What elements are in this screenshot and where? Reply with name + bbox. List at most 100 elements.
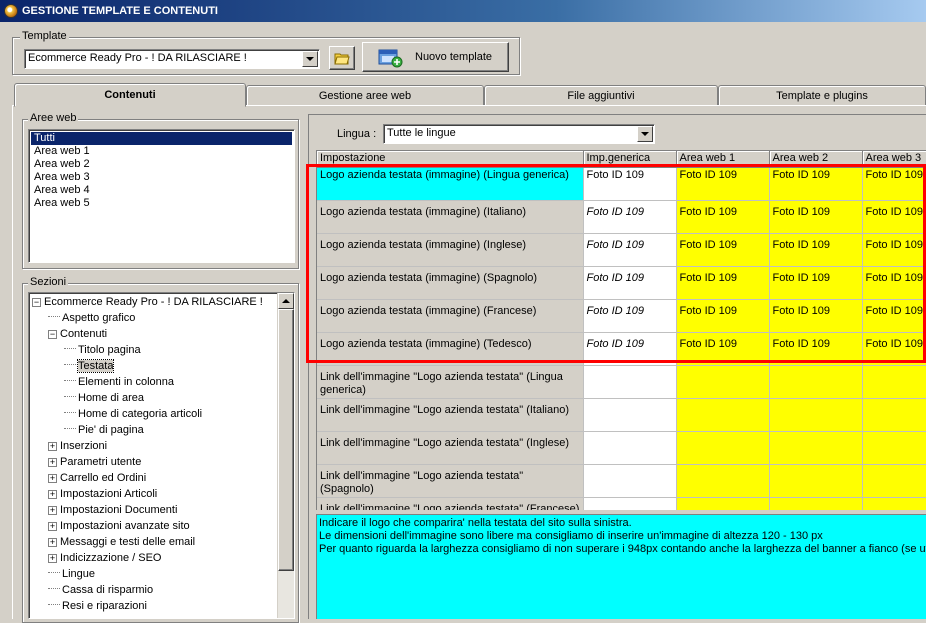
lingua-dropdown-button[interactable]	[637, 126, 653, 142]
setting-cell[interactable]: Logo azienda testata (immagine) (Frances…	[317, 299, 584, 333]
tree-item[interactable]: Aspetto grafico	[48, 310, 135, 326]
table-row[interactable]: Logo azienda testata (immagine) (Italian…	[317, 200, 926, 234]
table-row[interactable]: Link dell'immagine "Logo azienda testata…	[317, 365, 926, 399]
tree-item[interactable]: + Indicizzazione / SEO	[48, 550, 162, 566]
value-cell[interactable]: Foto ID 109	[862, 332, 926, 366]
table-row[interactable]: Link dell'immagine "Logo azienda testata…	[317, 464, 926, 498]
table-row[interactable]: Link dell'immagine "Logo azienda testata…	[317, 398, 926, 432]
list-item-area[interactable]: Area web 2	[31, 158, 292, 171]
tree-item[interactable]: + Impostazioni Articoli	[48, 486, 157, 502]
setting-cell[interactable]: Logo azienda testata (immagine) (Italian…	[317, 200, 584, 234]
tree-item[interactable]: + Messaggi e testi delle email	[48, 534, 195, 550]
value-cell[interactable]: Foto ID 109	[769, 266, 863, 300]
value-cell[interactable]: Foto ID 109	[583, 332, 677, 366]
value-cell[interactable]	[862, 431, 926, 465]
value-cell[interactable]	[676, 464, 770, 498]
list-item-area[interactable]: Area web 4	[31, 184, 292, 197]
settings-grid[interactable]: Impostazione Imp.generica Area web 1 Are…	[316, 150, 926, 510]
value-cell[interactable]	[769, 464, 863, 498]
value-cell[interactable]	[769, 398, 863, 432]
setting-cell[interactable]: Logo azienda testata (immagine) (Lingua …	[317, 167, 584, 201]
tree-item[interactable]: + Carrello ed Ordini	[48, 470, 146, 486]
expand-icon[interactable]: +	[48, 474, 57, 483]
tree-item[interactable]: + Impostazioni avanzate sito	[48, 518, 190, 534]
value-cell[interactable]: Foto ID 109	[583, 233, 677, 267]
tab-contenuti[interactable]: Contenuti	[14, 83, 246, 107]
tree-item[interactable]: + Impostazioni Documenti	[48, 502, 177, 518]
sezioni-tree[interactable]: − Ecommerce Ready Pro - ! DA RILASCIARE !…	[28, 292, 295, 619]
aree-web-list[interactable]: Tutti Area web 1 Area web 2 Area web 3 A…	[28, 129, 295, 263]
table-row[interactable]: Logo azienda testata (immagine) (Lingua …	[317, 167, 926, 201]
expand-icon[interactable]: +	[48, 538, 57, 547]
value-cell[interactable]	[676, 497, 770, 510]
value-cell[interactable]: Foto ID 109	[769, 167, 863, 201]
table-row[interactable]: Logo azienda testata (immagine) (Frances…	[317, 299, 926, 333]
value-cell[interactable]: Foto ID 109	[583, 266, 677, 300]
tree-item[interactable]: Elementi in colonna	[64, 374, 174, 390]
tab-template-e-plugins[interactable]: Template e plugins	[718, 85, 926, 105]
setting-cell[interactable]: Link dell'immagine "Logo azienda testata…	[317, 365, 584, 399]
value-cell[interactable]	[769, 497, 863, 510]
value-cell[interactable]	[676, 431, 770, 465]
value-cell[interactable]: Foto ID 109	[769, 200, 863, 234]
collapse-icon[interactable]: −	[32, 298, 41, 307]
value-cell[interactable]	[583, 365, 677, 399]
value-cell[interactable]: Foto ID 109	[583, 299, 677, 333]
scroll-up-button[interactable]	[278, 293, 294, 309]
open-folder-button[interactable]	[329, 46, 355, 70]
tree-item[interactable]: Cassa di risparmio	[48, 582, 153, 598]
list-item-area[interactable]: Area web 1	[31, 145, 292, 158]
value-cell[interactable]	[583, 398, 677, 432]
table-row[interactable]: Link dell'immagine "Logo azienda testata…	[317, 431, 926, 465]
tree-item[interactable]: − Ecommerce Ready Pro - ! DA RILASCIARE !	[32, 294, 263, 310]
value-cell[interactable]: Foto ID 109	[583, 200, 677, 234]
new-template-button[interactable]: Nuovo template	[362, 42, 509, 72]
template-dropdown-button[interactable]	[302, 51, 318, 67]
value-cell[interactable]: Foto ID 109	[676, 200, 770, 234]
table-row[interactable]: Logo azienda testata (immagine) (Tedesco…	[317, 332, 926, 366]
value-cell[interactable]: Foto ID 109	[862, 266, 926, 300]
value-cell[interactable]: Foto ID 109	[862, 233, 926, 267]
tree-item[interactable]: Home di categoria articoli	[64, 406, 202, 422]
tree-item[interactable]: Titolo pagina	[64, 342, 141, 358]
setting-cell[interactable]: Link dell'immagine "Logo azienda testata…	[317, 431, 584, 465]
value-cell[interactable]	[676, 365, 770, 399]
tree-item[interactable]: Lingue	[48, 566, 95, 582]
value-cell[interactable]	[862, 464, 926, 498]
expand-icon[interactable]: +	[48, 506, 57, 515]
column-header[interactable]: Area web 3	[862, 151, 926, 168]
list-item-area[interactable]: Area web 3	[31, 171, 292, 184]
value-cell[interactable]	[769, 431, 863, 465]
value-cell[interactable]: Foto ID 109	[862, 167, 926, 201]
table-row[interactable]: Logo azienda testata (immagine) (Spagnol…	[317, 266, 926, 300]
list-item-area[interactable]: Tutti	[31, 132, 292, 145]
scroll-thumb[interactable]	[278, 309, 294, 571]
tree-item[interactable]: − Contenuti	[48, 326, 107, 342]
tree-item[interactable]: Home di area	[64, 390, 144, 406]
value-cell[interactable]: Foto ID 109	[862, 200, 926, 234]
tab-gestione-aree-web[interactable]: Gestione aree web	[246, 85, 484, 105]
value-cell[interactable]	[862, 497, 926, 510]
tab-file-aggiuntivi[interactable]: File aggiuntivi	[484, 85, 718, 105]
column-header[interactable]: Impostazione	[317, 151, 584, 168]
value-cell[interactable]	[676, 398, 770, 432]
table-row[interactable]: Logo azienda testata (immagine) (Inglese…	[317, 233, 926, 267]
value-cell[interactable]: Foto ID 109	[676, 167, 770, 201]
expand-icon[interactable]: +	[48, 522, 57, 531]
tree-item[interactable]: Resi e riparazioni	[48, 598, 147, 614]
tree-item[interactable]: Testata	[64, 358, 115, 374]
collapse-icon[interactable]: −	[48, 330, 57, 339]
expand-icon[interactable]: +	[48, 554, 57, 563]
column-header[interactable]: Area web 2	[769, 151, 863, 168]
template-select[interactable]: Ecommerce Ready Pro - ! DA RILASCIARE !	[24, 49, 320, 69]
value-cell[interactable]: Foto ID 109	[676, 332, 770, 366]
setting-cell[interactable]: Link dell'immagine "Logo azienda testata…	[317, 464, 584, 498]
column-header[interactable]: Area web 1	[676, 151, 770, 168]
value-cell[interactable]: Foto ID 109	[862, 299, 926, 333]
column-header[interactable]: Imp.generica	[583, 151, 677, 168]
expand-icon[interactable]: +	[48, 490, 57, 499]
value-cell[interactable]: Foto ID 109	[676, 266, 770, 300]
value-cell[interactable]	[862, 365, 926, 399]
value-cell[interactable]: Foto ID 109	[769, 299, 863, 333]
value-cell[interactable]: Foto ID 109	[676, 299, 770, 333]
